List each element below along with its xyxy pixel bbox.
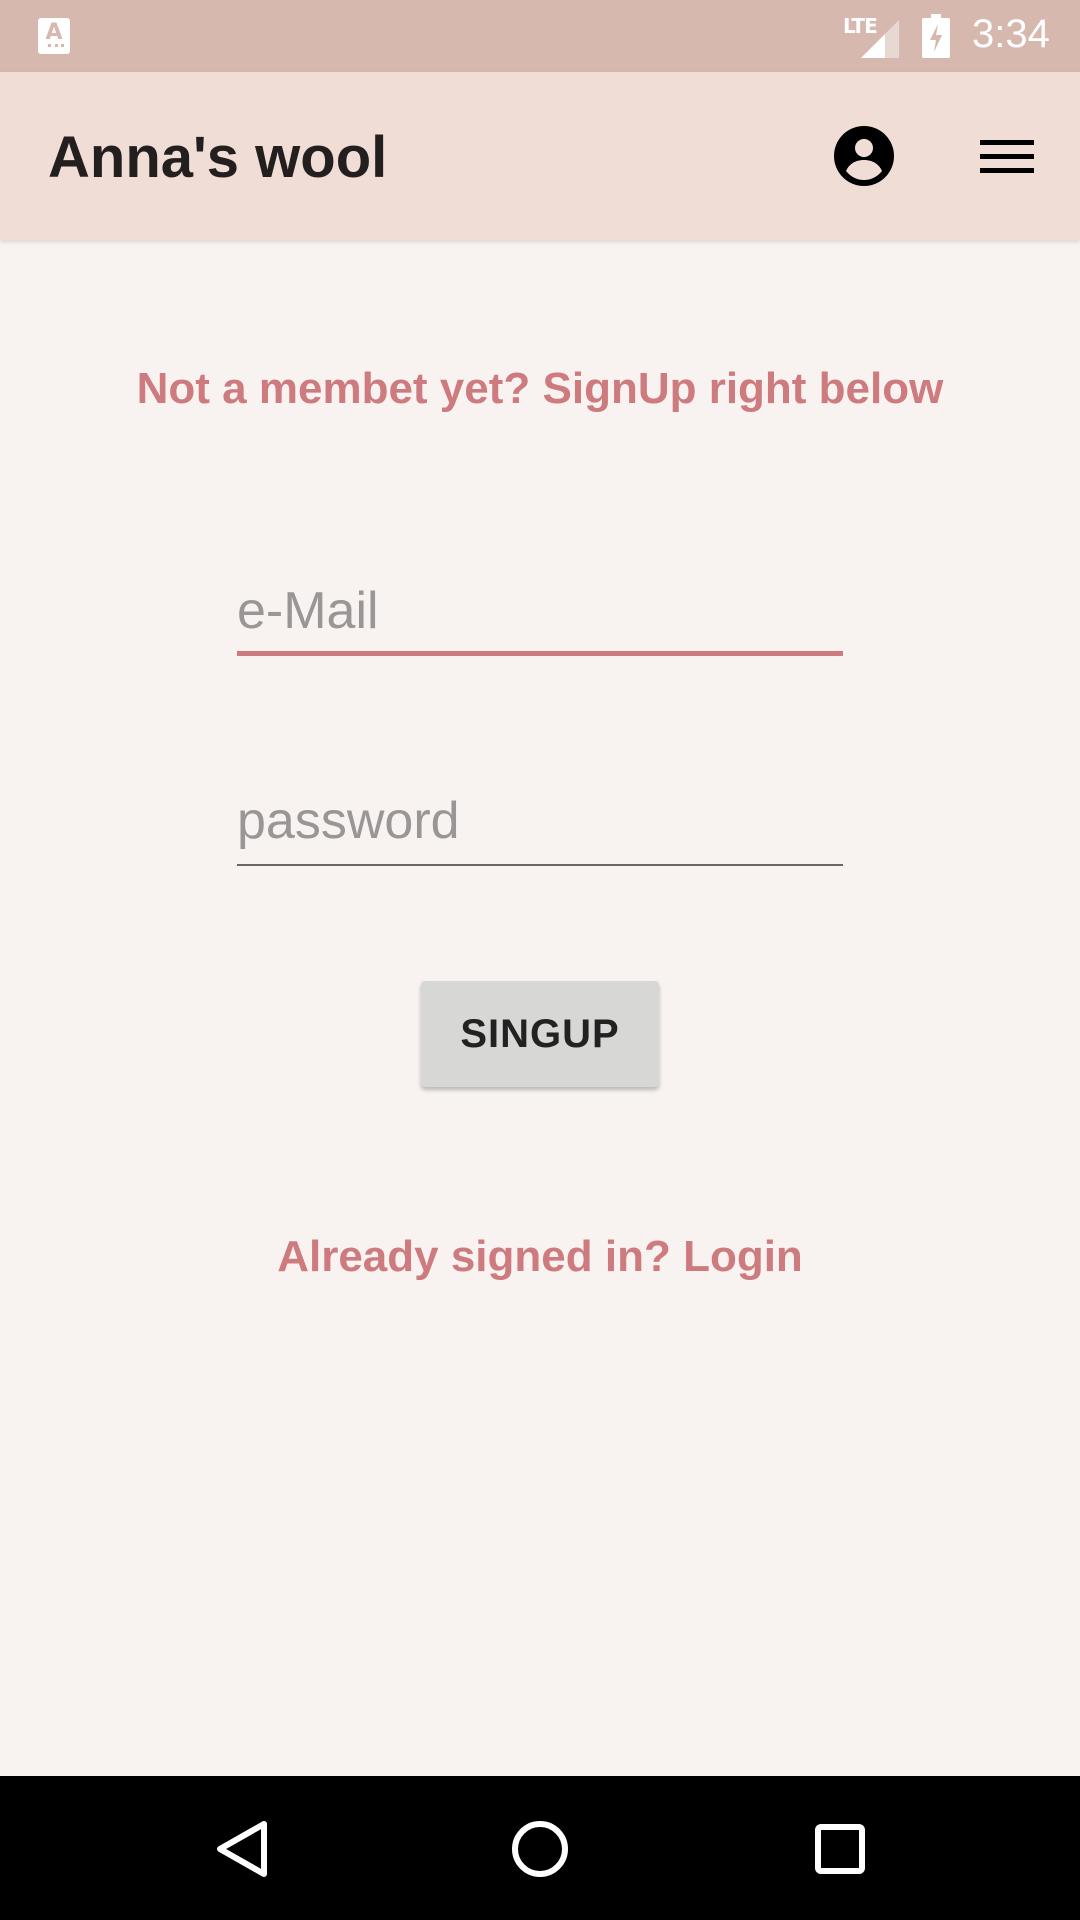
email-field-container — [237, 576, 843, 656]
notification-app-icon: A — [38, 18, 70, 54]
password-field[interactable] — [237, 786, 843, 856]
email-underline — [237, 651, 843, 656]
account-circle-icon[interactable] — [832, 124, 896, 188]
navigation-bar — [0, 1776, 1080, 1920]
battery-charging-icon — [922, 14, 950, 58]
back-icon[interactable] — [196, 1804, 286, 1894]
recent-apps-icon[interactable] — [795, 1804, 885, 1894]
app-title: Anna's wool — [48, 125, 388, 190]
status-time: 3:34 — [972, 12, 1050, 56]
password-field-container — [237, 786, 843, 866]
signup-button[interactable]: SINGUP — [421, 981, 659, 1087]
app-bar: Anna's wool — [0, 72, 1080, 240]
signal-icon — [861, 20, 899, 58]
login-link[interactable]: Already signed in? Login — [0, 1232, 1080, 1282]
menu-icon[interactable] — [978, 134, 1036, 180]
password-underline — [237, 864, 843, 866]
home-icon[interactable] — [495, 1804, 585, 1894]
screen: A LTE 3:34 Anna's wool Not a membet yet? — [0, 0, 1080, 1920]
email-field[interactable] — [237, 576, 843, 646]
status-bar: A LTE 3:34 — [0, 0, 1080, 72]
signup-prompt: Not a membet yet? SignUp right below — [136, 364, 944, 413]
